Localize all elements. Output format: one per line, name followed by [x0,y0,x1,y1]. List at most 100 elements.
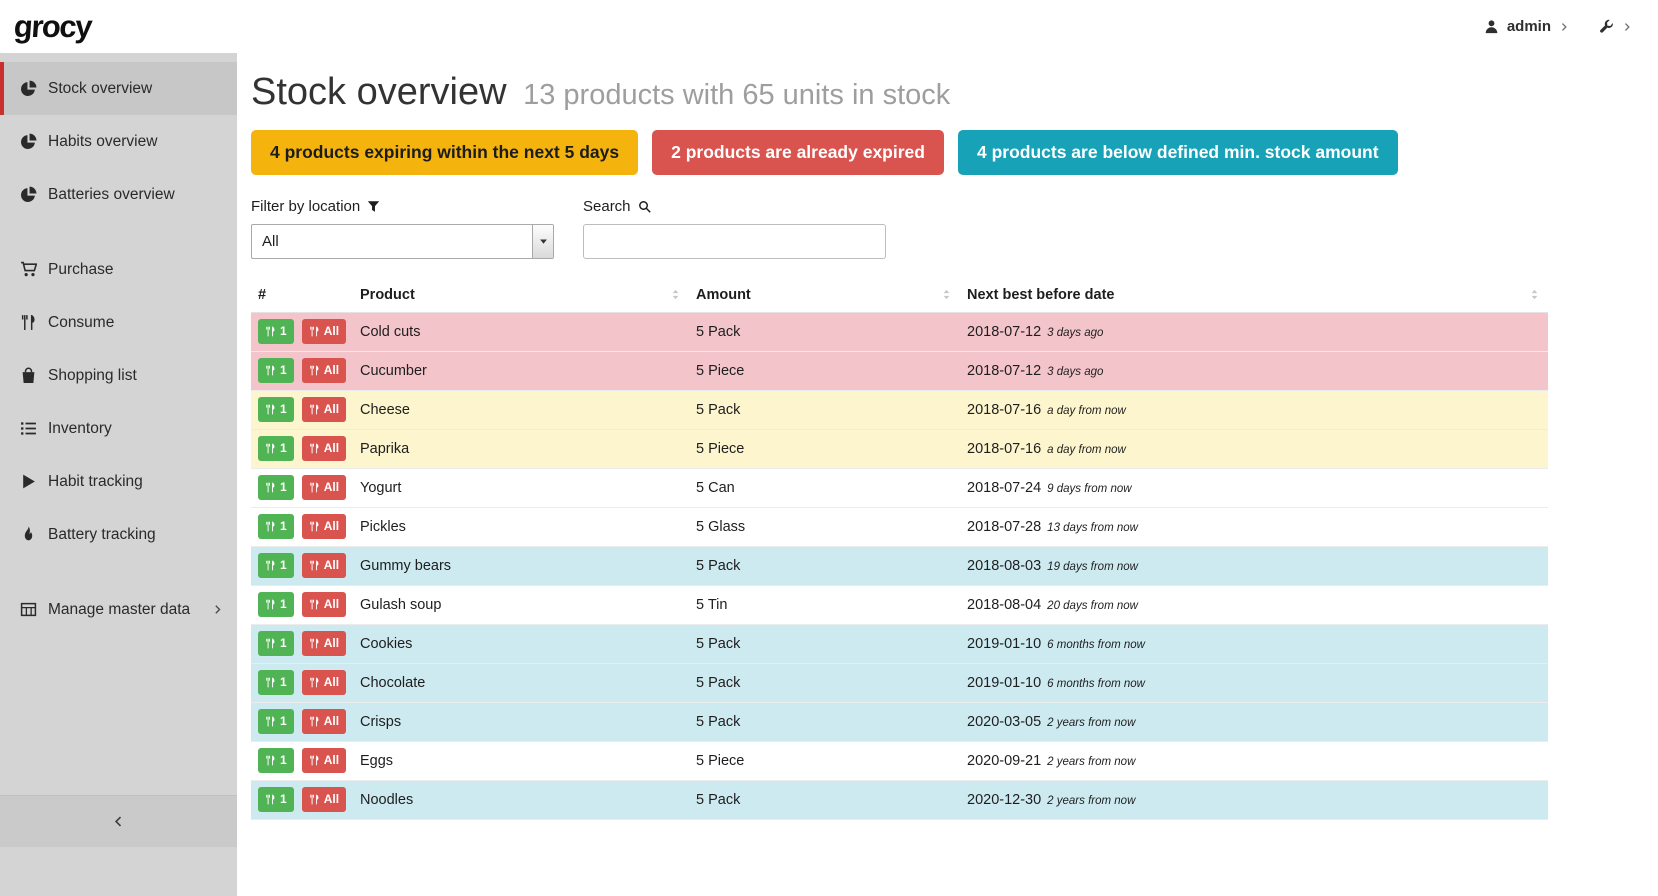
consume-all-button[interactable]: All [302,319,346,343]
consume-all-button[interactable]: All [302,397,346,421]
search-label-text: Search [583,198,631,215]
sidebar-item-battery-tracking[interactable]: Battery tracking [0,508,237,561]
utensils-icon [309,677,320,688]
sidebar-collapse-button[interactable] [0,795,237,847]
utensils-icon [265,599,276,610]
utensils-icon [265,443,276,454]
best-before-cell: 2018-08-0319 days from now [960,546,1548,585]
sidebar-item-label: Stock overview [48,80,152,98]
page-subtitle: 13 products with 65 units in stock [523,79,950,111]
consume-all-button[interactable]: All [302,514,346,538]
consume-one-button[interactable]: 1 [258,787,294,811]
best-before-date: 2019-01-10 [967,636,1041,652]
sidebar-item-inventory[interactable]: Inventory [0,402,237,455]
product-name: Pickles [353,507,689,546]
best-before-date: 2020-12-30 [967,792,1041,808]
best-before-date: 2019-01-10 [967,675,1041,691]
sidebar-item-manage-master-data[interactable]: Manage master data [0,583,237,636]
chevron-right-icon [1559,22,1569,32]
play-icon [20,473,37,490]
best-before-date: 2020-03-05 [967,714,1041,730]
shopping-bag-icon [20,367,37,384]
consume-all-button[interactable]: All [302,748,346,772]
settings-menu[interactable] [1599,19,1632,34]
select-dropdown-button[interactable] [532,225,553,258]
alert-badge[interactable]: 2 products are already expired [652,130,944,175]
best-before-cell: 2020-12-30 2 years from now [960,780,1548,819]
location-filter-select[interactable]: All [251,224,554,259]
product-amount: 5 Can [689,468,960,507]
alert-badge[interactable]: 4 products are below defined min. stock … [958,130,1398,175]
consume-all-button[interactable]: All [302,436,346,460]
consume-one-button[interactable]: 1 [258,592,294,616]
best-before-date: 2018-08-04 [967,597,1041,613]
consume-all-button[interactable]: All [302,709,346,733]
consume-one-button[interactable]: 1 [258,670,294,694]
sidebar-item-purchase[interactable]: Purchase [0,243,237,296]
consume-all-button[interactable]: All [302,553,346,577]
location-filter-group: Filter by location All [251,198,554,259]
alerts-row: 4 products expiring within the next 5 da… [251,130,1548,175]
consume-all-button[interactable]: All [302,358,346,382]
consume-one-button[interactable]: 1 [258,709,294,733]
sidebar-item-consume[interactable]: Consume [0,296,237,349]
product-name: Eggs [353,741,689,780]
sidebar-item-label: Batteries overview [48,186,175,204]
consume-all-button[interactable]: All [302,670,346,694]
best-before-relative: 3 days ago [1047,327,1103,339]
best-before-relative: 2 years from now [1047,717,1135,729]
consume-one-button[interactable]: 1 [258,748,294,772]
consume-one-button[interactable]: 1 [258,475,294,499]
best-before-relative: 19 days from now [1047,561,1138,573]
sidebar-item-habit-tracking[interactable]: Habit tracking [0,455,237,508]
sidebar-item-batteries-overview[interactable]: Batteries overview [0,168,237,221]
sidebar-item-label: Habit tracking [48,473,143,491]
consume-one-button[interactable]: 1 [258,514,294,538]
grocy-logo[interactable]: grocy [13,9,92,45]
sort-icon[interactable] [940,288,953,301]
table-row: 1 All Crisps 5 Pack 2020-03-052 years fr… [251,702,1548,741]
product-name: Chocolate [353,663,689,702]
sidebar-item-habits-overview[interactable]: Habits overview [0,115,237,168]
consume-all-button[interactable]: All [302,631,346,655]
sidebar-item-stock-overview[interactable]: Stock overview [0,62,237,115]
consume-one-button[interactable]: 1 [258,631,294,655]
user-menu[interactable]: admin [1484,18,1569,35]
page-title: Stock overview 13 products with 65 units… [251,71,1548,115]
utensils-icon [309,599,320,610]
search-input[interactable] [583,224,886,259]
column-header-best-before[interactable]: Next best before date [960,281,1548,313]
sidebar-item-label: Shopping list [48,367,137,385]
consume-one-button[interactable]: 1 [258,397,294,421]
chevron-right-icon [1622,22,1632,32]
product-amount: 5 Pack [689,624,960,663]
utensils-icon [309,794,320,805]
best-before-cell: 2018-08-0420 days from now [960,585,1548,624]
consume-one-button[interactable]: 1 [258,319,294,343]
sort-icon[interactable] [669,288,682,301]
utensils-icon [309,755,320,766]
table-row: 1 All Gummy bears 5 Pack 2018-08-0319 da… [251,546,1548,585]
sidebar-item-shopping-list[interactable]: Shopping list [0,349,237,402]
utensils-icon [265,677,276,688]
utensils-icon [309,326,320,337]
table-row: 1 All Cheese 5 Pack 2018-07-16a day from… [251,390,1548,429]
column-header-product[interactable]: Product [353,281,689,313]
best-before-date: 2018-07-16 [967,402,1041,418]
product-amount: 5 Piece [689,429,960,468]
consume-all-button[interactable]: All [302,475,346,499]
product-amount: 5 Pack [689,780,960,819]
consume-all-button[interactable]: All [302,787,346,811]
consume-one-button[interactable]: 1 [258,553,294,577]
column-header-amount[interactable]: Amount [689,281,960,313]
best-before-cell: 2020-03-05 2 years from now [960,702,1548,741]
utensils-icon [265,521,276,532]
best-before-relative: 2 years from now [1047,795,1135,807]
consume-one-button[interactable]: 1 [258,358,294,382]
product-name: Cheese [353,390,689,429]
sidebar-item-label: Battery tracking [48,526,156,544]
consume-one-button[interactable]: 1 [258,436,294,460]
alert-badge[interactable]: 4 products expiring within the next 5 da… [251,130,638,175]
consume-all-button[interactable]: All [302,592,346,616]
sort-icon[interactable] [1528,288,1541,301]
